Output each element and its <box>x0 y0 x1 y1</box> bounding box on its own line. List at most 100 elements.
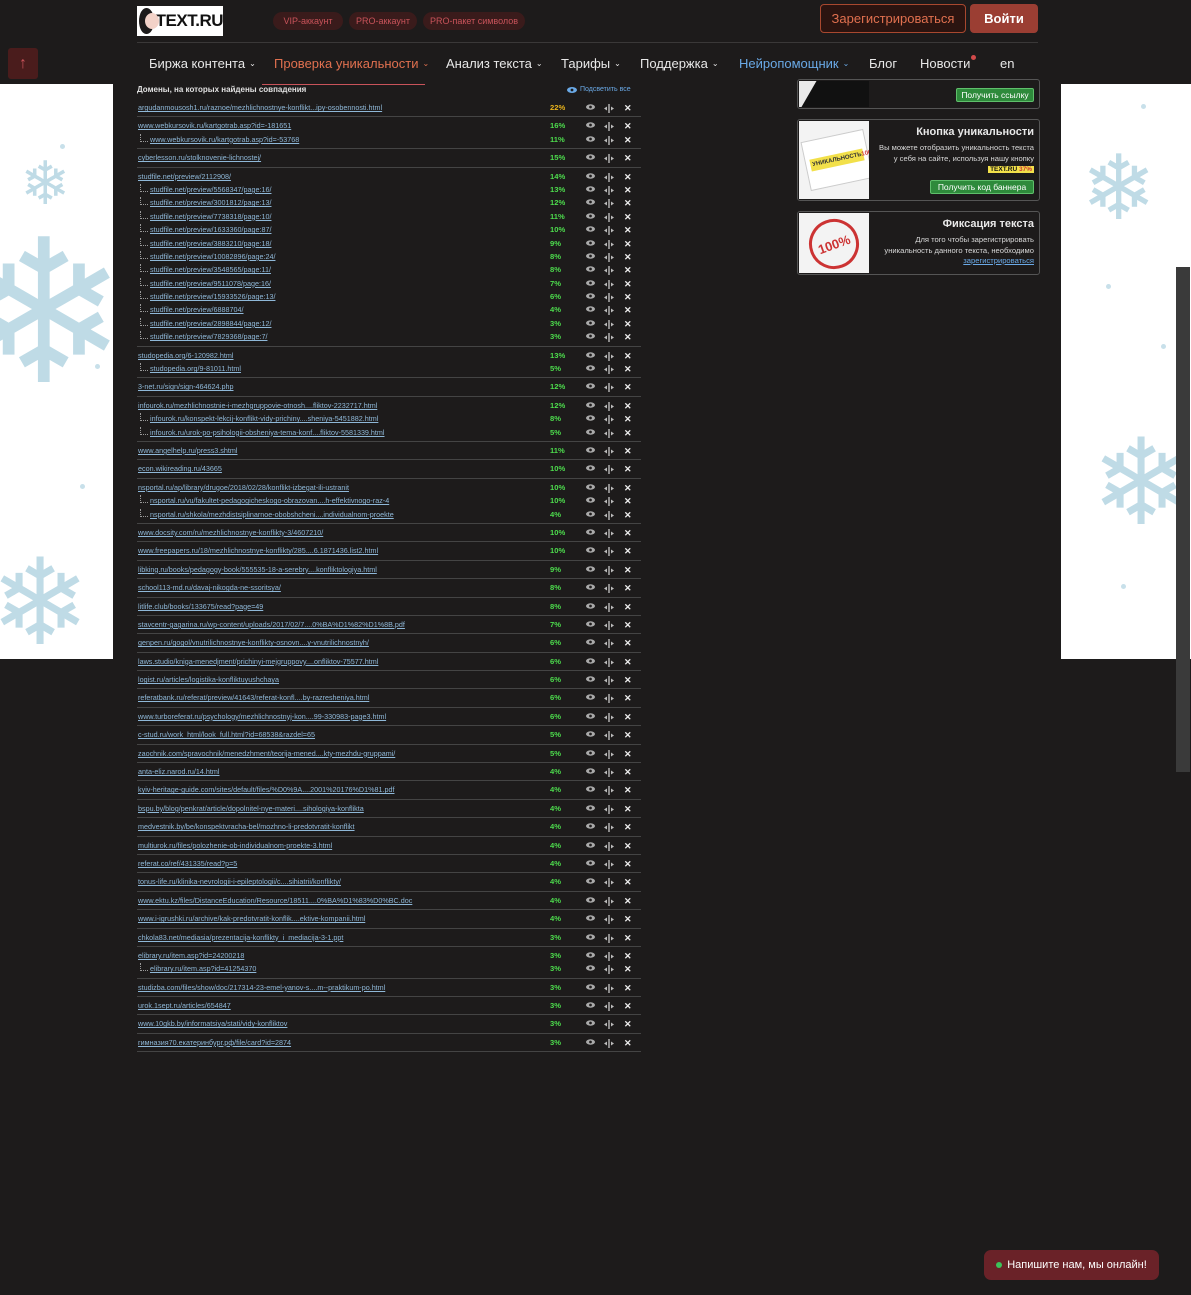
result-url-link[interactable]: studizba.com/files/show/doc/217314-23-em… <box>138 983 385 992</box>
eye-icon[interactable] <box>586 447 595 455</box>
close-icon[interactable]: ✕ <box>624 983 632 993</box>
compare-icon[interactable] <box>604 620 614 632</box>
result-url-link[interactable]: infourok.ru/mezhlichnostnie-i-mezhgruppo… <box>138 401 377 410</box>
eye-icon[interactable] <box>586 186 595 194</box>
result-url-link[interactable]: kyiv-heritage-guide.com/sites/default/fi… <box>138 785 395 794</box>
compare-icon[interactable] <box>604 154 614 165</box>
eye-icon[interactable] <box>586 497 595 505</box>
eye-icon[interactable] <box>586 122 595 130</box>
nav-item-language[interactable]: en <box>1000 56 1014 71</box>
get-link-button[interactable]: Получить ссылку <box>956 88 1034 102</box>
chat-widget-button[interactable]: Напишите нам, мы онлайн! <box>984 1250 1159 1280</box>
eye-icon[interactable] <box>586 266 595 274</box>
result-url-link[interactable]: studfile.net/preview/10082896/page:24/ <box>150 252 275 261</box>
eye-icon[interactable] <box>586 731 595 739</box>
compare-icon[interactable] <box>604 104 614 115</box>
compare-icon[interactable] <box>604 483 614 495</box>
compare-icon[interactable] <box>604 786 614 797</box>
close-icon[interactable]: ✕ <box>624 185 632 195</box>
result-url-link[interactable]: chkola83.net/mediasia/prezentacija-konfl… <box>138 933 343 942</box>
result-url-link[interactable]: studfile.net/preview/2898844/page:12/ <box>150 319 271 328</box>
eye-icon[interactable] <box>586 841 595 850</box>
close-icon[interactable]: ✕ <box>624 252 632 262</box>
compare-icon[interactable] <box>604 446 614 458</box>
compare-icon[interactable] <box>604 510 614 522</box>
compare-icon[interactable] <box>604 933 614 945</box>
compare-icon[interactable] <box>604 983 614 995</box>
eye-icon[interactable] <box>586 1039 595 1047</box>
close-icon[interactable]: ✕ <box>624 933 632 943</box>
close-icon[interactable]: ✕ <box>624 401 632 411</box>
compare-icon[interactable] <box>604 841 614 853</box>
close-icon[interactable]: ✕ <box>624 639 632 648</box>
eye-icon[interactable] <box>586 351 595 360</box>
nav-item-blog[interactable]: Блог <box>869 56 897 71</box>
compare-icon[interactable] <box>604 965 614 976</box>
eye-icon[interactable] <box>586 383 595 391</box>
eye-icon[interactable] <box>586 484 595 492</box>
result-url-link[interactable]: argudanmousosh1.ru/raznoe/mezhlichnostny… <box>138 103 382 112</box>
eye-icon[interactable] <box>586 965 595 973</box>
close-icon[interactable]: ✕ <box>624 226 632 235</box>
eye-icon[interactable] <box>586 860 595 868</box>
result-url-link[interactable]: referatbank.ru/referat/preview/41643/ref… <box>138 693 369 702</box>
close-icon[interactable]: ✕ <box>624 306 632 315</box>
close-icon[interactable]: ✕ <box>624 351 632 361</box>
result-url-link[interactable]: studfile.net/preview/6888704/ <box>150 305 244 314</box>
result-url-link[interactable]: nsportal.ru/vu/fakultet-pedagogicheskogo… <box>150 496 389 505</box>
result-url-link[interactable]: referat.co/ref/431335/read?p=5 <box>138 859 237 868</box>
logo[interactable]: TEXT.RU <box>137 6 224 36</box>
compare-icon[interactable] <box>604 401 614 413</box>
eye-icon[interactable] <box>586 915 595 923</box>
result-url-link[interactable]: cyberlesson.ru/stolknovenie-lichnostej/ <box>138 153 261 162</box>
nav-item-news[interactable]: Новости <box>920 56 970 71</box>
result-url-link[interactable]: studfile.net/preview/3548565/page:11/ <box>150 265 271 274</box>
register-button[interactable]: Зарегистрироваться <box>820 4 966 33</box>
eye-icon[interactable] <box>586 199 595 207</box>
result-url-link[interactable]: infourok.ru/konspekt-lekcij-konflikt-vid… <box>150 414 378 423</box>
result-url-link[interactable]: studfile.net/preview/3001812/page:13/ <box>150 198 271 207</box>
compare-icon[interactable] <box>604 333 614 344</box>
result-url-link[interactable]: studfile.net/preview/9511078/page:16/ <box>150 279 271 288</box>
eye-icon[interactable] <box>586 805 595 813</box>
compare-icon[interactable] <box>604 306 614 317</box>
eye-icon[interactable] <box>586 984 595 992</box>
eye-icon[interactable] <box>586 239 595 248</box>
compare-icon[interactable] <box>604 212 614 224</box>
eye-icon[interactable] <box>586 253 595 261</box>
close-icon[interactable]: ✕ <box>624 428 632 438</box>
close-icon[interactable]: ✕ <box>624 859 632 869</box>
compare-icon[interactable] <box>604 547 614 558</box>
highlight-all-link[interactable]: Подсветить все <box>567 86 631 93</box>
close-icon[interactable]: ✕ <box>624 896 632 906</box>
eye-icon[interactable] <box>586 428 595 437</box>
compare-icon[interactable] <box>604 497 614 508</box>
result-url-link[interactable]: studfile.net/preview/2112908/ <box>138 172 231 181</box>
close-icon[interactable]: ✕ <box>624 565 632 575</box>
compare-icon[interactable] <box>604 172 614 184</box>
compare-icon[interactable] <box>604 319 614 331</box>
close-icon[interactable]: ✕ <box>624 319 632 329</box>
close-icon[interactable]: ✕ <box>624 266 632 275</box>
close-icon[interactable]: ✕ <box>624 528 632 538</box>
close-icon[interactable]: ✕ <box>624 293 632 302</box>
eye-icon[interactable] <box>586 415 595 423</box>
result-url-link[interactable]: stavcentr-gagarina.ru/wp-content/uploads… <box>138 620 405 629</box>
compare-icon[interactable] <box>604 823 614 834</box>
compare-icon[interactable] <box>604 896 614 908</box>
eye-icon[interactable] <box>586 213 595 221</box>
eye-icon[interactable] <box>586 293 595 301</box>
eye-icon[interactable] <box>586 529 595 537</box>
compare-icon[interactable] <box>604 657 614 669</box>
compare-icon[interactable] <box>604 239 614 251</box>
result-url-link[interactable]: elibrary.ru/item.asp?id=41254370 <box>150 964 256 973</box>
compare-icon[interactable] <box>604 712 614 724</box>
eye-icon[interactable] <box>586 226 595 234</box>
result-url-link[interactable]: bspu.by/blog/penkrat/article/dopolnitel-… <box>138 804 364 813</box>
compare-icon[interactable] <box>604 915 614 926</box>
eye-icon[interactable] <box>586 1002 595 1010</box>
close-icon[interactable]: ✕ <box>624 768 632 777</box>
eye-icon[interactable] <box>586 602 595 611</box>
result-url-link[interactable]: c-stud.ru/work_html/look_full.html?id=68… <box>138 730 315 739</box>
close-icon[interactable]: ✕ <box>624 122 632 131</box>
